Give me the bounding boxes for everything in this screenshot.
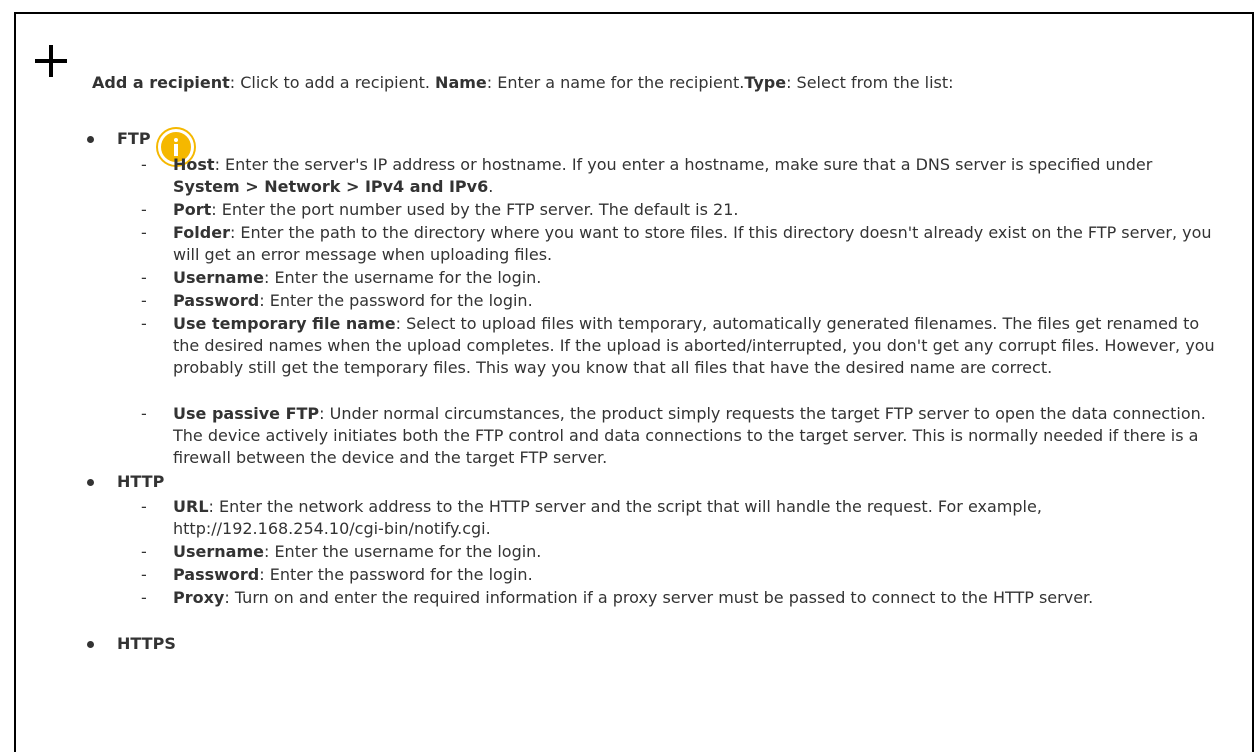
ftp-host-item: - Host: Enter the server's IP address or … xyxy=(141,155,1153,196)
bullet-dot xyxy=(87,641,94,648)
ftp-password-item: - Password: Enter the password for the lo… xyxy=(141,291,533,310)
document-frame xyxy=(14,12,1254,752)
list-item-https: HTTPS xyxy=(87,633,176,655)
bullet-dot xyxy=(87,479,94,486)
ftp-port-item: - Port: Enter the port number used by the… xyxy=(141,200,739,219)
intro-paragraph: Add a recipient: Click to add a recipien… xyxy=(92,73,954,92)
ftp-temp-item: - Use temporary file name: Select to uplo… xyxy=(141,314,1215,377)
http-password-item: - Password: Enter the password for the lo… xyxy=(141,565,533,584)
http-proxy-item: - Proxy: Turn on and enter the required i… xyxy=(141,588,1094,607)
list-item-ftp: FTP xyxy=(87,128,195,165)
list-item-http: HTTP xyxy=(87,471,164,493)
http-url-item: - URL: Enter the network address to the H… xyxy=(141,497,1042,538)
http-username-item: - Username: Enter the username for the lo… xyxy=(141,542,542,561)
ftp-passive-item: - Use passive FTP: Under normal circumsta… xyxy=(141,404,1206,467)
add-recipient-label: Add a recipient xyxy=(92,73,230,92)
plus-icon[interactable] xyxy=(35,45,67,77)
bullet-dot xyxy=(87,136,94,143)
ftp-username-item: - Username: Enter the username for the lo… xyxy=(141,268,542,287)
ftp-folder-item: - Folder: Enter the path to the directory… xyxy=(141,223,1212,264)
